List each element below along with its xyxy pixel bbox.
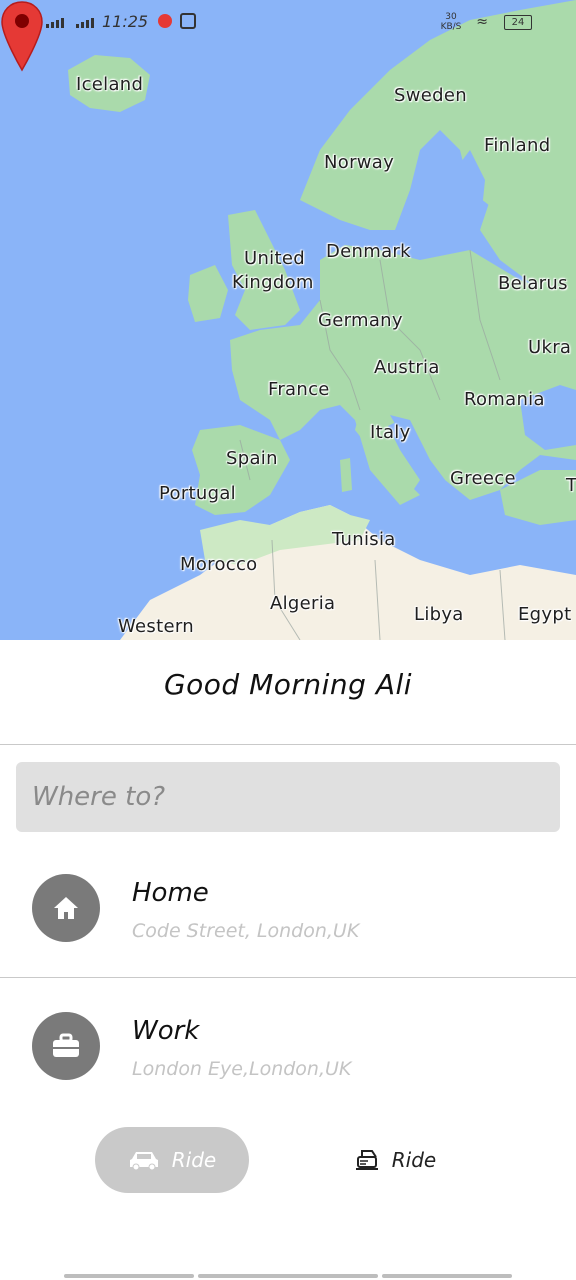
map-label: Spain (226, 448, 278, 469)
map-label: Sweden (394, 85, 467, 106)
map-label: Algeria (270, 593, 336, 614)
place-title: Work (132, 1016, 200, 1046)
home-icon (54, 897, 78, 919)
map-label: Romania (464, 389, 545, 410)
map-label: Italy (370, 422, 411, 443)
where-to-input[interactable] (16, 762, 560, 832)
location-pin-icon[interactable] (0, 0, 44, 72)
map-label: T (566, 475, 576, 496)
map-label: Norway (324, 152, 395, 173)
map-label: United (244, 248, 305, 269)
map-label: Belarus (498, 273, 568, 294)
map-label: Finland (484, 135, 551, 156)
clock: 11:25 (102, 12, 149, 31)
saved-place-work[interactable]: Work London Eye,London,UK (0, 986, 576, 1106)
place-title: Home (132, 878, 209, 908)
motorbike-icon (355, 1150, 378, 1170)
wifi-icon: ≈ (476, 14, 488, 30)
ride-bike-button[interactable]: Ride (330, 1127, 460, 1193)
map-label: Iceland (76, 74, 144, 95)
greeting-text: Good Morning Ali (163, 668, 413, 701)
map-label: Greece (450, 468, 516, 489)
map-label: Morocco (180, 554, 258, 575)
map-label: Egypt (518, 604, 572, 625)
map-label: France (268, 379, 330, 400)
briefcase-icon (53, 1033, 79, 1057)
home-icon-circle (32, 874, 100, 942)
map-label: Austria (374, 357, 440, 378)
map-label: Tunisia (332, 529, 396, 550)
signal-icon (76, 18, 96, 28)
ride-car-button[interactable]: Ride (95, 1127, 249, 1193)
map-label: Libya (414, 604, 464, 625)
nav-indicator (198, 1274, 378, 1278)
map-canvas (0, 0, 576, 640)
ride-label: Ride (391, 1148, 437, 1172)
ride-label: Ride (171, 1148, 217, 1172)
map-label: Portugal (159, 483, 236, 504)
briefcase-icon-circle (32, 1012, 100, 1080)
saved-place-home[interactable]: Home Code Street, London,UK (0, 848, 576, 968)
place-address: Code Street, London,UK (132, 920, 360, 942)
map-label: Germany (318, 310, 403, 331)
divider (0, 977, 576, 978)
place-address: London Eye,London,UK (132, 1058, 352, 1080)
nav-indicator (382, 1274, 512, 1278)
battery-level: 24 (511, 17, 525, 28)
status-bar: 11:25 30 KB/S ≈ 24 (0, 0, 576, 46)
map-label: Western (118, 616, 194, 637)
signal-icon (46, 18, 66, 28)
nav-indicator (64, 1274, 194, 1278)
network-speed: 30 KB/S (440, 12, 462, 32)
notification-app-icon (158, 14, 172, 28)
car-icon (129, 1152, 158, 1171)
instagram-icon (180, 13, 196, 29)
map-label: Denmark (326, 241, 411, 262)
map-view[interactable]: 11:25 30 KB/S ≈ 24 Iceland Sweden Finlan… (0, 0, 576, 640)
map-label: Ukra (528, 337, 572, 358)
divider (0, 744, 576, 745)
battery-icon: 24 (504, 15, 532, 30)
map-label: Kingdom (232, 272, 314, 293)
